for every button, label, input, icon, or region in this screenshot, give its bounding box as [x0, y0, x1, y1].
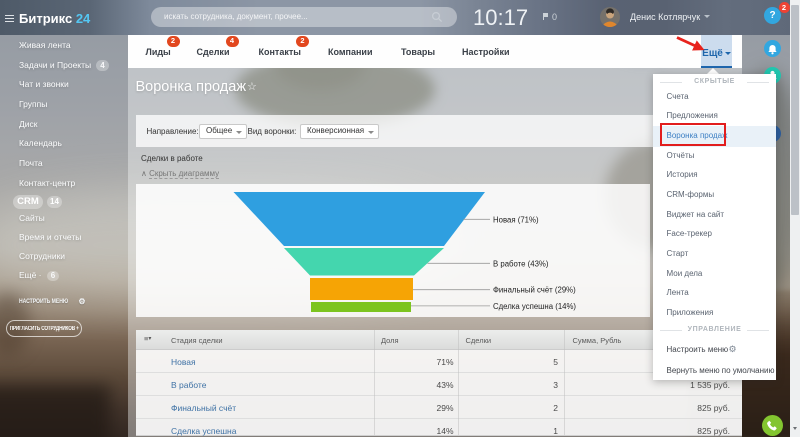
svg-text:Новая (71%): Новая (71%): [493, 215, 539, 224]
svg-text:Финальный счёт (29%): Финальный счёт (29%): [493, 286, 576, 295]
svg-text:Сделка успешна (14%): Сделка успешна (14%): [493, 302, 576, 311]
svg-text:В работе (43%): В работе (43%): [493, 259, 549, 268]
